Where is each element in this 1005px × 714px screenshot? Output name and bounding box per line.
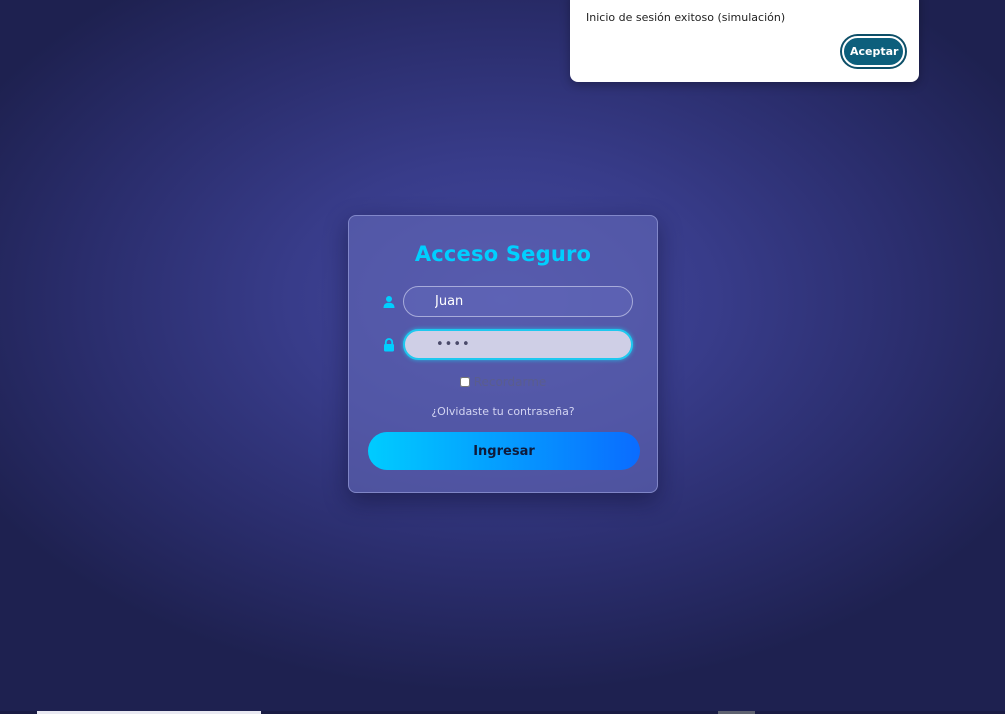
alert-message: Inicio de sesión exitoso (simulación) (586, 11, 786, 24)
login-submit-button[interactable]: Ingresar (368, 432, 640, 470)
forgot-password-link[interactable]: ¿Olvidaste tu contraseña? (349, 405, 657, 418)
remember-me-row: Recordarme (349, 375, 657, 389)
login-card: Acceso Seguro Recordarme ¿Olvidaste tu c… (348, 215, 658, 493)
accept-button[interactable]: Aceptar (842, 36, 905, 67)
alert-dialog: Inicio de sesión exitoso (simulación) Ac… (570, 0, 919, 82)
password-input[interactable] (403, 329, 633, 360)
username-input[interactable] (403, 286, 633, 317)
user-icon (382, 295, 396, 309)
login-title: Acceso Seguro (414, 242, 592, 266)
lock-icon (382, 338, 396, 352)
remember-me-label: Recordarme (473, 375, 547, 389)
remember-me-checkbox[interactable] (459, 377, 470, 387)
